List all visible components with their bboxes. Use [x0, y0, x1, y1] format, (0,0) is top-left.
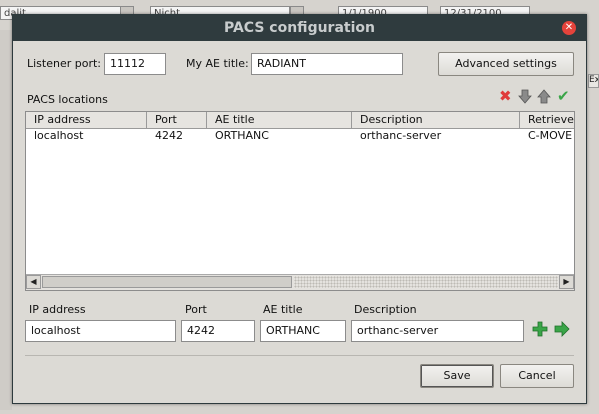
ae-title-input[interactable]: RADIANT [251, 53, 403, 75]
cell-port: 4242 [155, 129, 183, 142]
listener-port-label: Listener port: [27, 57, 102, 70]
pacs-locations-label: PACS locations [27, 93, 108, 106]
description-input[interactable]: orthanc-server [351, 320, 524, 342]
check-icon[interactable]: ✔ [557, 88, 570, 104]
cell-ip: localhost [34, 129, 84, 142]
port-input[interactable]: 4242 [181, 320, 255, 342]
scroll-right-icon[interactable]: ▶ [559, 275, 574, 289]
column-header-description[interactable]: Description [352, 112, 520, 128]
cancel-button[interactable]: Cancel [500, 364, 574, 388]
ae-title-form-input[interactable]: ORTHANC [260, 320, 346, 342]
table-row[interactable]: localhost 4242 ORTHANC orthanc-server C-… [26, 128, 574, 144]
scroll-left-icon[interactable]: ◀ [26, 275, 41, 289]
table-header: IP address Port AE title Description Ret… [26, 112, 574, 129]
arrow-up-icon[interactable] [537, 89, 551, 104]
ae-title-label: My AE title: [186, 57, 249, 70]
advanced-settings-button[interactable]: Advanced settings [438, 52, 574, 76]
update-arrow-icon[interactable] [554, 321, 570, 337]
listener-port-input[interactable]: 11112 [104, 53, 166, 75]
save-button[interactable]: Save [420, 364, 494, 388]
horizontal-scrollbar[interactable]: ◀ ▶ [26, 274, 574, 290]
scroll-track[interactable] [294, 276, 558, 288]
bg-left-panel [0, 30, 12, 410]
cell-ae-title: ORTHANC [215, 129, 269, 142]
pacs-config-dialog: PACS configuration ✕ Listener port: 1111… [12, 14, 587, 404]
port-label: Port [185, 303, 207, 316]
dialog-titlebar[interactable]: PACS configuration ✕ [13, 15, 586, 41]
scroll-thumb[interactable] [42, 276, 292, 288]
arrow-down-icon[interactable] [518, 89, 532, 104]
ae-title-form-label: AE title [263, 303, 303, 316]
separator [25, 355, 574, 356]
column-header-retrieve[interactable]: Retrieve [520, 112, 574, 128]
ip-address-input[interactable]: localhost [25, 320, 176, 342]
cell-retrieve: C-MOVE [528, 129, 573, 142]
column-header-port[interactable]: Port [147, 112, 207, 128]
description-label: Description [354, 303, 417, 316]
bg-right-tab[interactable]: Exa [588, 74, 599, 88]
delete-icon[interactable]: ✖ [499, 88, 512, 104]
pacs-locations-table[interactable]: IP address Port AE title Description Ret… [25, 111, 575, 291]
column-header-ip[interactable]: IP address [26, 112, 147, 128]
cell-description: orthanc-server [360, 129, 442, 142]
ip-address-label: IP address [29, 303, 86, 316]
dialog-title: PACS configuration [224, 20, 375, 36]
close-icon[interactable]: ✕ [562, 21, 576, 35]
add-icon[interactable] [532, 321, 548, 337]
column-header-ae-title[interactable]: AE title [207, 112, 352, 128]
